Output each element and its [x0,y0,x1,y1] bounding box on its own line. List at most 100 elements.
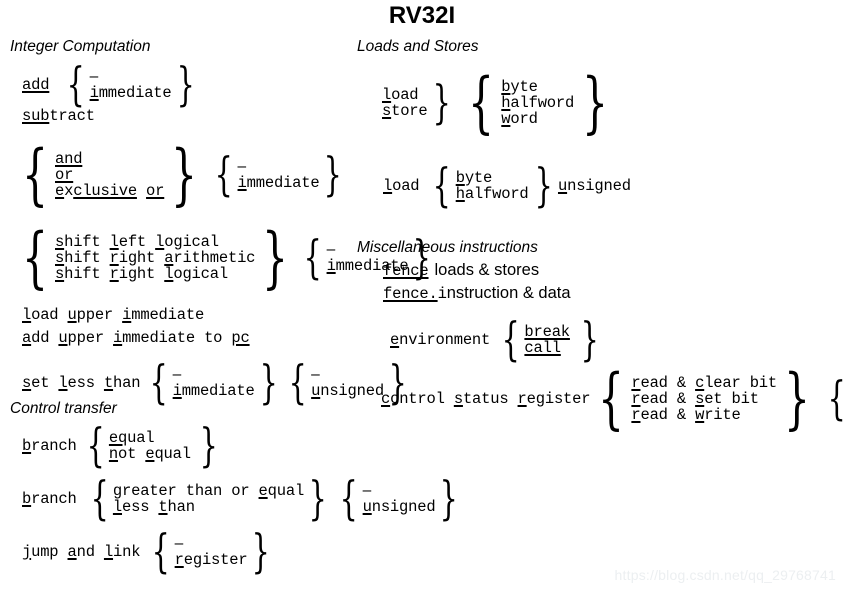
brace-open-icon: { [501,312,520,366]
instruction-label-lui: load upper immediate [22,306,205,324]
operand-group-access-width: { byte halfword word } [460,64,616,141]
section-heading-loads-and-stores: Loads and Stores [357,38,479,55]
brace-open-icon: { [214,147,233,202]
operand-group-branch-cmp: { greater than or equal less than } [85,471,333,525]
instruction-label-fence-i: fence.i [383,284,447,303]
operand-unsigned: unsigned [362,497,436,516]
instruction-jump-and-link: jump and link { – register } [22,524,276,578]
operand-group-environment: { break call } [496,312,605,366]
operand-group-load-unsigned-width: { byte halfword } [427,158,558,212]
operand-group-shift-ops: { shift left logical shift right arithme… [14,219,296,296]
brace-open-icon: { [468,64,495,141]
operand-call: call [524,338,561,357]
instruction-load-upper-immediate: load upper immediate [22,306,205,324]
operand-greater-than-or-equal: greater than or equal [112,481,305,500]
brace-open-icon: { [598,360,625,437]
operand-group-csr-ops: { read & clear bit read & set bit read &… [590,360,818,437]
instruction-load-store: load store } { byte halfword word } [382,64,616,141]
brace-open-icon: { [151,524,171,578]
operand-load: load [382,85,419,104]
operand-immediate: immediate [172,381,255,400]
instruction-branch-cmp: branch { greater than or equal less than… [22,471,464,525]
operand-read-and-clear-bit: read & clear bit [631,373,778,392]
operand-store: store [382,102,428,121]
instruction-label-environment: environment [390,330,491,349]
operand-or: or [55,165,74,184]
operand-immediate: immediate [89,83,172,102]
operand-break: break [524,322,570,341]
instruction-label-csr: control status register [381,389,591,408]
operand-byte: byte [455,168,493,187]
instruction-label-slt: set less than [22,373,141,392]
instruction-label-branch: branch [22,436,77,455]
page-title: RV32I [388,2,456,29]
operand-group-logical-ops: { and or exclusive or } [14,136,205,213]
brace-close-icon: } [440,471,459,525]
instruction-subtract: subtract [22,108,95,125]
operand-none: – [362,481,372,499]
instruction-operands-fence-i: nstruction & data [446,284,571,302]
brace-close-icon: } [580,312,600,366]
operand-read-and-write: read & write [631,406,741,425]
brace-close-icon: } [176,57,195,111]
operand-none: – [174,534,184,552]
operand-and: and [55,149,83,168]
instruction-label-branch: branch [22,489,77,508]
instruction-csr: control status register { read & clear b… [381,360,844,437]
operand-none: – [237,157,247,175]
brace-open-icon: { [21,219,49,296]
instruction-label-load: load [383,176,420,195]
operand-shift-right-arithmetic: shift right arithmetic [55,248,256,267]
brace-close-icon: } [534,158,553,212]
instruction-add-upper-immediate-to-pc: add upper immediate to pc [22,329,250,347]
watermark: https://blog.csdn.net/qq_29768741 [614,567,836,583]
operand-register: register [174,550,248,569]
brace-open-icon: { [21,136,49,213]
brace-open-icon: { [339,471,359,525]
section-heading-control-transfer: Control transfer [10,400,117,417]
operand-none: – [89,67,99,85]
operand-group-branch-unsigned: { – unsigned } [334,471,463,525]
operand-shift-left-logical: shift left logical [55,232,219,251]
operand-exclusive-or: exclusive or [55,182,165,201]
instruction-label-jal: jump and link [22,542,141,561]
operand-none: – [172,365,182,383]
operand-none: – [311,365,320,383]
brace-open-icon: { [149,355,169,409]
instruction-label-add: add [22,75,50,94]
instruction-logical-group: { and or exclusive or } { – immediate } [14,136,348,213]
brace-close-icon: } [171,136,198,213]
section-heading-integer-computation: Integer Computation [10,38,151,55]
instruction-fence: fence loads & stores [383,261,539,280]
brace-open-icon: { [303,230,322,285]
instruction-fence-i: fence.i nstruction & data [383,284,571,303]
brace-close-icon: } [259,355,278,409]
brace-close-icon: } [252,524,271,578]
operand-halfword: halfword [501,93,575,112]
instruction-label-fence: fence [383,261,429,280]
brace-close-icon: } [199,418,218,472]
brace-close-icon: } [582,64,609,141]
operand-less-than: less than [112,497,195,516]
operand-halfword: halfword [455,184,529,203]
instruction-load-unsigned: load { byte halfword } unsigned [383,158,631,212]
brace-open-icon: { [66,57,86,111]
operand-group-csr-immediate: { – immediate } [822,371,844,426]
operand-shift-right-logical: shift right logical [55,265,228,284]
brace-close-icon: } [783,360,811,437]
operand-immediate: immediate [237,174,320,193]
operand-group-logical-immediate: { – immediate } [209,147,347,202]
operand-not-equal: not equal [108,444,191,463]
brace-open-icon: { [827,371,844,426]
operand-read-and-set-bit: read & set bit [631,389,759,408]
operand-group-jal-register: { – register } [146,524,275,578]
brace-open-icon: { [86,418,105,472]
operand-unsigned: unsigned [311,381,384,400]
brace-open-icon: { [90,471,109,525]
instruction-label-auipc: add upper immediate to pc [22,329,250,347]
instruction-environment: environment { break call } [390,312,605,366]
brace-close-icon: } [308,471,327,525]
brace-close-icon: } [324,147,343,202]
operand-group-add: { – immediate } [61,57,199,111]
section-heading-miscellaneous: Miscellaneous instructions [357,239,538,256]
